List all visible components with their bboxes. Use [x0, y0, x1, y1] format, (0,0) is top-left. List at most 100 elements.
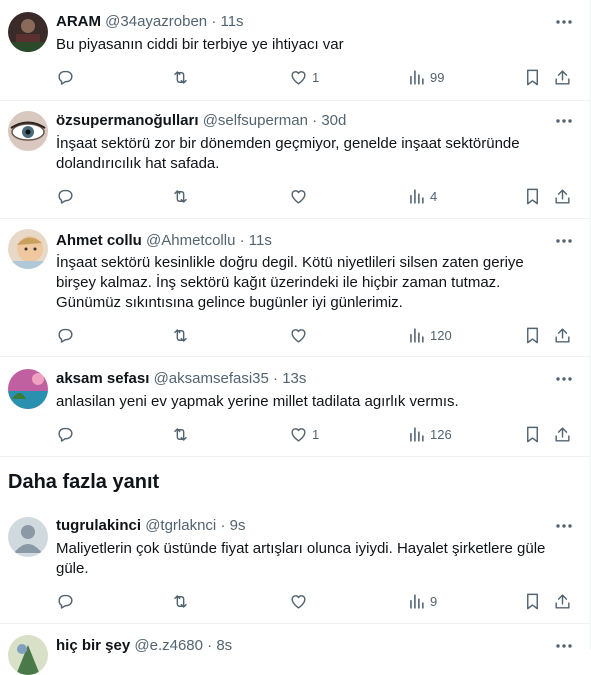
author-name[interactable]: Ahmet collu	[56, 232, 142, 249]
author-name[interactable]: özsupermanoğulları	[56, 112, 199, 129]
reply-button[interactable]	[56, 591, 79, 611]
timestamp[interactable]: 9s	[230, 517, 246, 534]
like-button[interactable]	[289, 591, 312, 611]
view-count: 9	[430, 593, 438, 609]
more-options-icon[interactable]	[554, 636, 574, 656]
like-button[interactable]: 1	[289, 67, 319, 87]
views-button[interactable]: 9	[407, 591, 437, 611]
author-handle[interactable]: @Ahmetcollu	[146, 232, 235, 249]
timestamp[interactable]: 8s	[216, 637, 232, 654]
bookmark-icon	[527, 593, 538, 609]
retweet-icon	[174, 328, 187, 342]
reply-button[interactable]	[56, 186, 79, 206]
separator-dot: ·	[239, 232, 245, 249]
like-count: 1	[312, 69, 320, 85]
views-chart-icon	[410, 188, 424, 204]
bookmark-button[interactable]	[523, 424, 542, 444]
bookmark-icon	[527, 327, 538, 343]
reply-button[interactable]	[56, 424, 79, 444]
like-button[interactable]	[289, 186, 312, 206]
more-options-icon[interactable]	[554, 231, 574, 251]
retweet-icon	[174, 189, 187, 203]
reply-tweet[interactable]: aksam sefası @aksamsefasi35 · 13s anlasi…	[0, 357, 590, 457]
avatar[interactable]	[8, 635, 48, 675]
views-button[interactable]: 4	[407, 186, 437, 206]
avatar[interactable]	[8, 12, 48, 52]
retweet-button[interactable]	[171, 424, 194, 444]
share-button[interactable]	[553, 424, 572, 444]
avatar[interactable]	[8, 369, 48, 409]
bookmark-button[interactable]	[523, 325, 542, 345]
heart-icon	[291, 427, 306, 442]
author-handle[interactable]: @e.z4680	[134, 637, 203, 654]
author-name[interactable]: hiç bir şey	[56, 637, 130, 654]
share-icon	[555, 593, 570, 609]
views-button[interactable]: 126	[407, 424, 452, 444]
reply-button[interactable]	[56, 325, 79, 345]
retweet-icon	[174, 70, 187, 84]
bookmark-button[interactable]	[523, 591, 542, 611]
retweet-icon	[174, 427, 187, 441]
more-options-icon[interactable]	[554, 516, 574, 536]
section-title: Daha fazla yanıt	[8, 471, 160, 493]
timestamp[interactable]: 11s	[220, 13, 243, 30]
author-handle[interactable]: @34ayazroben	[105, 13, 207, 30]
tweet-text: Maliyetlerin çok üstünde fiyat artışları…	[56, 540, 546, 577]
tweet-header: tugrulakinci @tgrlaknci · 9s	[56, 516, 550, 536]
avatar[interactable]	[8, 517, 48, 557]
retweet-button[interactable]	[171, 67, 194, 87]
author-handle[interactable]: @tgrlaknci	[145, 517, 216, 534]
views-chart-icon	[410, 593, 424, 609]
bookmark-button[interactable]	[523, 186, 542, 206]
share-button[interactable]	[553, 591, 572, 611]
reply-icon	[58, 594, 73, 609]
bookmark-button[interactable]	[523, 67, 542, 87]
view-count: 126	[430, 426, 452, 442]
timestamp[interactable]: 30d	[321, 112, 346, 129]
retweet-button[interactable]	[171, 591, 194, 611]
share-button[interactable]	[553, 67, 572, 87]
more-options-icon[interactable]	[554, 369, 574, 389]
tweet-header: özsupermanoğulları @selfsuperman · 30d	[56, 111, 550, 131]
views-button[interactable]: 120	[407, 325, 452, 345]
reply-icon	[58, 328, 73, 343]
reply-tweet[interactable]: ARAM @34ayazroben · 11s Bu piyasanın cid…	[0, 0, 590, 101]
author-handle[interactable]: @aksamsefasi35	[154, 370, 269, 387]
action-bar: 4	[56, 186, 590, 206]
avatar[interactable]	[8, 111, 48, 151]
bookmark-icon	[527, 426, 538, 442]
timestamp[interactable]: 11s	[249, 232, 272, 249]
heart-icon	[291, 328, 306, 343]
like-button[interactable]: 1	[289, 424, 319, 444]
tweet-text: İnşaat sektörü kesinlikle doğru degil. K…	[56, 254, 524, 311]
author-handle[interactable]: @selfsuperman	[203, 112, 308, 129]
retweet-button[interactable]	[171, 325, 194, 345]
reply-tweet[interactable]: özsupermanoğulları @selfsuperman · 30d İ…	[0, 101, 590, 219]
more-options-icon[interactable]	[554, 12, 574, 32]
share-icon	[555, 426, 570, 442]
more-options-icon[interactable]	[554, 111, 574, 131]
share-button[interactable]	[553, 325, 572, 345]
view-count: 99	[430, 69, 445, 85]
author-name[interactable]: tugrulakinci	[56, 517, 141, 534]
reply-tweet[interactable]: tugrulakinci @tgrlaknci · 9s Maliyetleri…	[0, 506, 590, 624]
tweet-header: hiç bir şey @e.z4680 · 8s	[56, 636, 550, 656]
tweet-header: aksam sefası @aksamsefasi35 · 13s	[56, 369, 550, 389]
reply-tweet[interactable]: hiç bir şey @e.z4680 · 8s	[0, 624, 590, 675]
reply-tweet[interactable]: Ahmet collu @Ahmetcollu · 11s İnşaat sek…	[0, 219, 590, 357]
action-bar: 1 99	[56, 67, 590, 87]
avatar[interactable]	[8, 229, 48, 269]
author-name[interactable]: ARAM	[56, 13, 101, 30]
separator-dot: ·	[273, 370, 279, 387]
share-button[interactable]	[553, 186, 572, 206]
views-button[interactable]: 99	[407, 67, 444, 87]
separator-dot: ·	[207, 637, 213, 654]
like-button[interactable]	[289, 325, 312, 345]
tweet-text: anlasilan yeni ev yapmak yerine millet t…	[56, 393, 459, 410]
author-name[interactable]: aksam sefası	[56, 370, 149, 387]
view-count: 4	[430, 188, 438, 204]
reply-button[interactable]	[56, 67, 79, 87]
timestamp[interactable]: 13s	[282, 370, 306, 387]
share-icon	[555, 188, 570, 204]
retweet-button[interactable]	[171, 186, 194, 206]
